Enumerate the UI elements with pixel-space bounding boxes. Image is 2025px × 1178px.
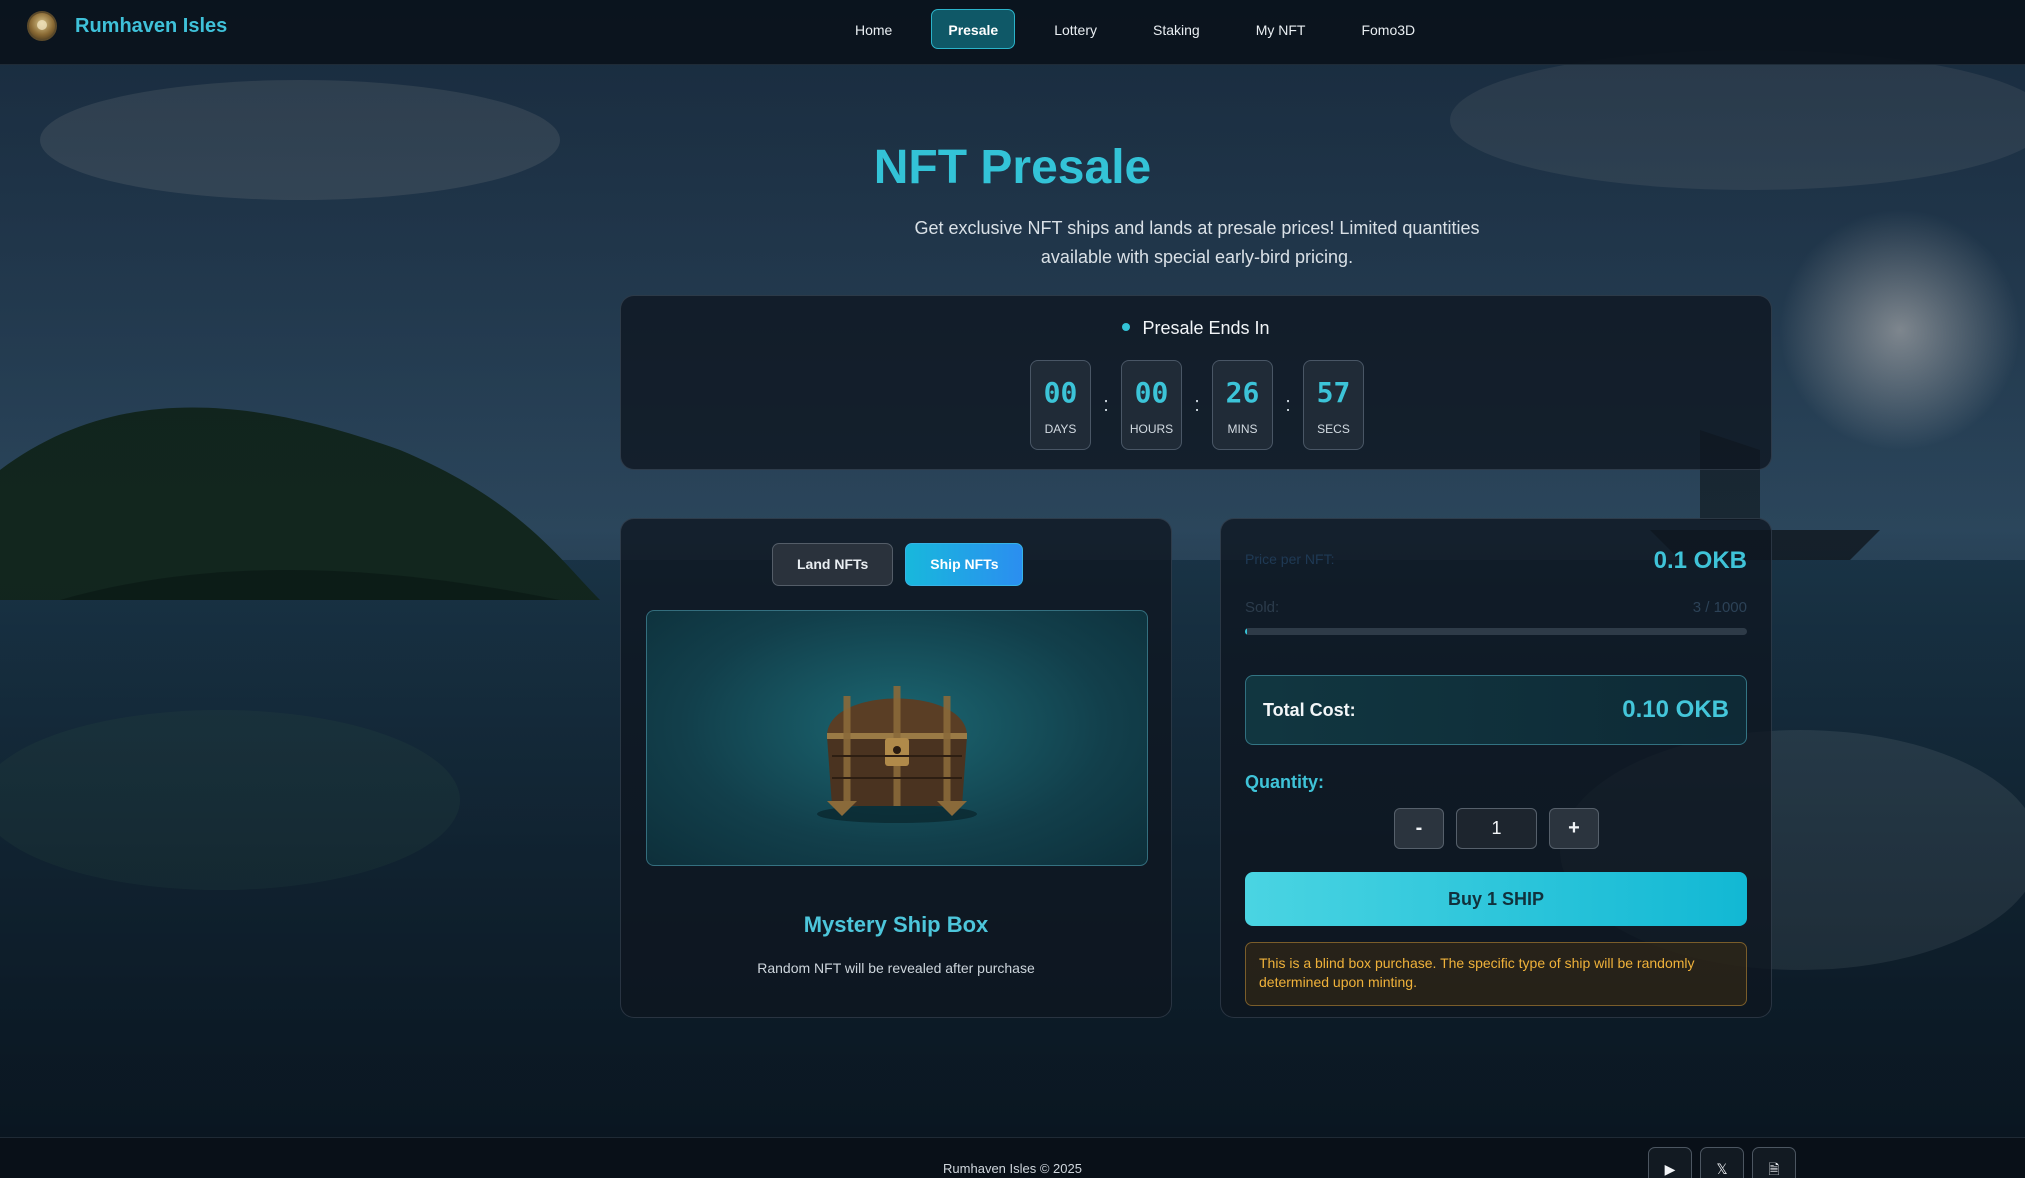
countdown-days: 00 DAYS [1030, 360, 1091, 450]
tab-land-nfts[interactable]: Land NFTs [772, 543, 894, 586]
countdown-value: 57 [1316, 376, 1351, 409]
footer: Rumhaven Isles © 2025 ▶ 𝕏 🗎 [0, 1137, 2025, 1178]
countdown-separator: : [1194, 393, 1200, 416]
brand-name: Rumhaven Isles [75, 14, 228, 37]
countdown-label: Presale Ends In [1142, 318, 1270, 338]
countdown-value: 00 [1134, 376, 1169, 409]
nav-item-home[interactable]: Home [838, 9, 909, 49]
quantity-input[interactable] [1456, 808, 1537, 849]
tab-ship-nfts[interactable]: Ship NFTs [905, 543, 1024, 586]
countdown-secs: 57 SECS [1303, 360, 1364, 450]
treasure-chest-icon [817, 686, 977, 823]
buy-button[interactable]: Buy 1 SHIP [1245, 872, 1747, 926]
page-title: NFT Presale [873, 141, 1152, 194]
sold-count: 3 / 1000 [1692, 599, 1747, 616]
countdown-unit: MINS [1227, 422, 1258, 436]
sold-label: Sold: [1245, 599, 1280, 616]
social-links: ▶ 𝕏 🗎 [1648, 1147, 1804, 1178]
x-twitter-icon[interactable]: 𝕏 [1700, 1147, 1744, 1178]
blind-box-notice: This is a blind box purchase. The specif… [1245, 942, 1747, 1006]
nav-item-lottery[interactable]: Lottery [1037, 9, 1114, 49]
countdown-panel: Presale Ends In 00 DAYS : 00 HOURS : 26 … [620, 295, 1772, 470]
top-navbar: Rumhaven Isles Home Presale Lottery Stak… [0, 0, 2025, 65]
total-cost-value: 0.10 OKB [1622, 696, 1729, 723]
main-nav: Home Presale Lottery Staking My NFT Fomo… [838, 9, 1454, 49]
nav-item-my-nft[interactable]: My NFT [1239, 9, 1323, 49]
nft-image [646, 610, 1148, 866]
nft-description: Random NFT will be revealed after purcha… [757, 960, 1035, 976]
sold-progress-bar [1245, 628, 1747, 635]
pirate-emblem-icon [27, 11, 57, 41]
countdown-unit: DAYS [1044, 422, 1077, 436]
status-dot-icon [1122, 323, 1131, 331]
page-subtitle: Get exclusive NFT ships and lands at pre… [914, 218, 1480, 267]
nft-title: Mystery Ship Box [803, 912, 989, 937]
buy-button-label: Buy 1 SHIP [1447, 889, 1545, 909]
price-value: 0.1 OKB [1653, 547, 1747, 574]
play-icon[interactable]: ▶ [1648, 1147, 1692, 1178]
price-label: Price per NFT: [1245, 551, 1335, 567]
quantity-decrement-button[interactable]: - [1394, 808, 1444, 849]
nav-item-presale[interactable]: Presale [931, 9, 1016, 49]
nav-item-staking[interactable]: Staking [1136, 9, 1217, 49]
countdown-separator: : [1285, 393, 1291, 416]
quantity-label: Quantity: [1245, 772, 1324, 792]
nav-item-fomo3d[interactable]: Fomo3D [1344, 9, 1432, 49]
sold-progress-fill [1245, 628, 1247, 635]
quantity-stepper: - + [1394, 808, 1599, 849]
countdown-unit: HOURS [1129, 422, 1174, 436]
nft-type-tabs: Land NFTs Ship NFTs [772, 543, 1035, 586]
countdown-unit: SECS [1317, 422, 1350, 436]
document-icon[interactable]: 🗎 [1752, 1147, 1796, 1178]
total-cost-label: Total Cost: [1263, 700, 1356, 720]
nft-preview-panel: Land NFTs Ship NFTs Mystery Ship Box Ran… [620, 518, 1172, 1018]
countdown-heading: Presale Ends In [621, 318, 1771, 339]
countdown-hours: 00 HOURS [1121, 360, 1182, 450]
brand[interactable]: Rumhaven Isles [27, 11, 227, 41]
quantity-increment-button[interactable]: + [1549, 808, 1599, 849]
countdown-separator: : [1103, 393, 1109, 416]
purchase-panel: Price per NFT: 0.1 OKB Sold: 3 / 1000 To… [1220, 518, 1772, 1018]
countdown-value: 00 [1043, 376, 1078, 409]
countdown-mins: 26 MINS [1212, 360, 1273, 450]
total-cost-box: Total Cost: 0.10 OKB [1245, 675, 1747, 745]
countdown-value: 26 [1225, 376, 1260, 409]
countdown-timer: 00 DAYS : 00 HOURS : 26 MINS : 57 SECS [1030, 360, 1364, 450]
